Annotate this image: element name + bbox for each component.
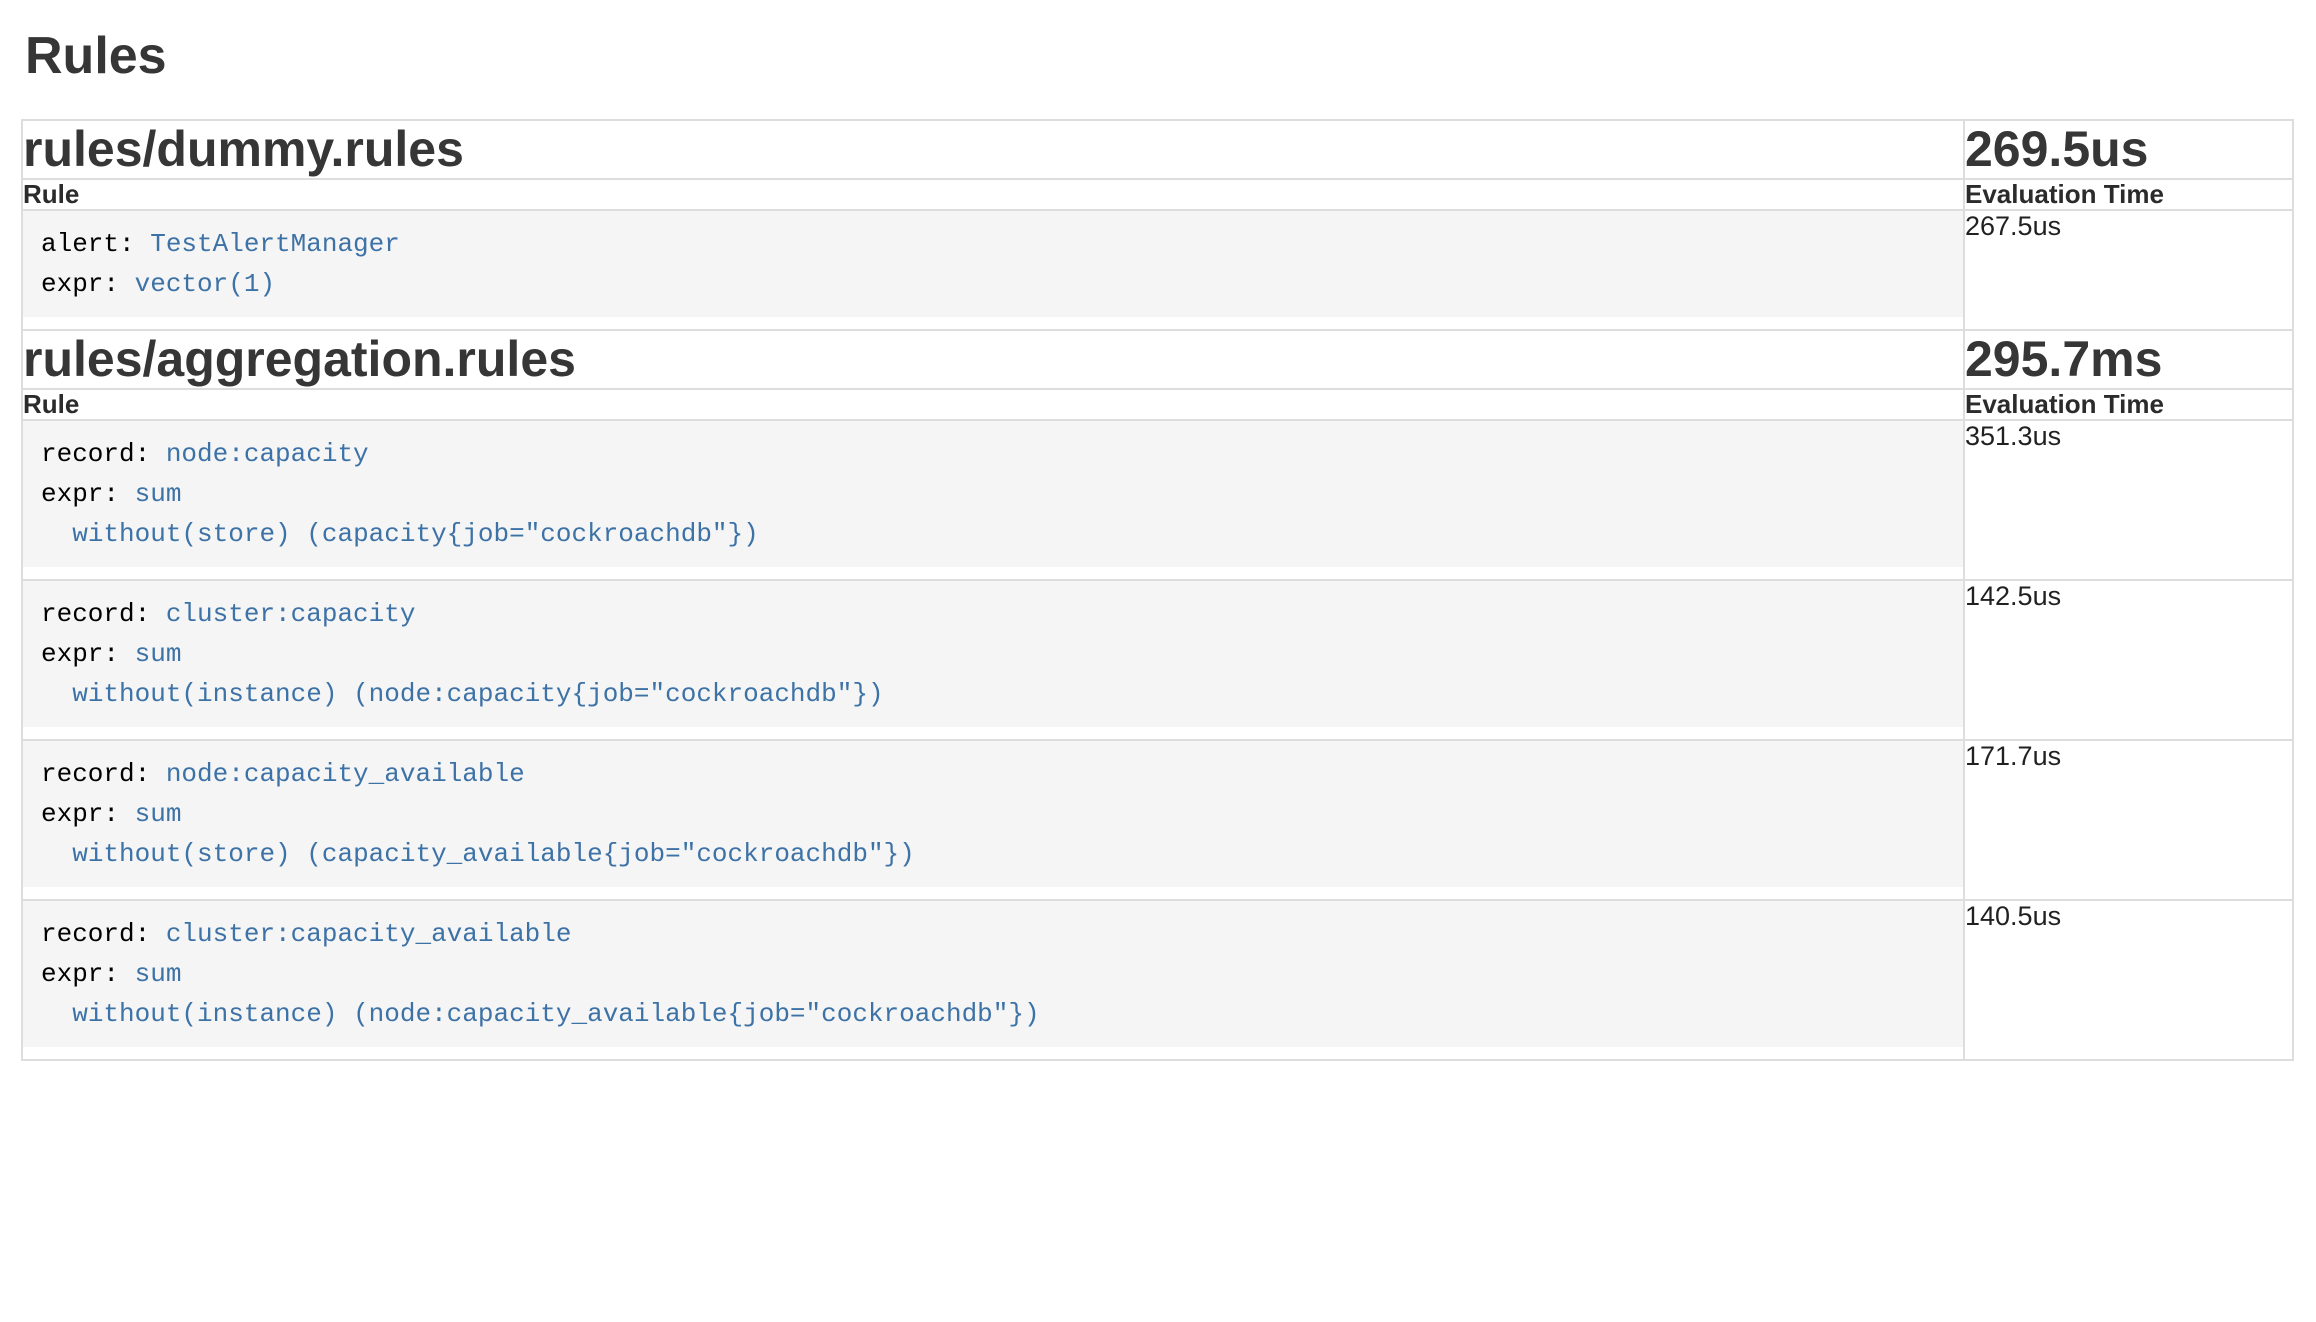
rule-eval-time: 171.7us: [1964, 740, 2293, 900]
rule-keyword: expr:: [41, 959, 135, 989]
eval-time-column-header: Evaluation Time: [1964, 179, 2293, 210]
rule-eval-time: 267.5us: [1964, 210, 2293, 330]
rule-row: alert: TestAlertManager expr: vector(1)2…: [22, 210, 2293, 330]
rule-definition-cell: record: node:capacity_available expr: su…: [22, 740, 1964, 900]
rule-expr-link[interactable]: sum: [135, 959, 182, 989]
rule-definition-cell: record: cluster:capacity expr: sum witho…: [22, 580, 1964, 740]
rule-group-file-cell: rules/dummy.rules: [22, 120, 1964, 179]
rules-page: Rules rules/dummy.rules269.5usRuleEvalua…: [0, 28, 2316, 1061]
rule-expr-link[interactable]: node:capacity_available: [166, 759, 525, 789]
rule-group-title-row: rules/aggregation.rules295.7ms: [22, 330, 2293, 389]
rule-column-header: Rule: [22, 179, 1964, 210]
rule-expr-link[interactable]: sum: [135, 479, 182, 509]
rule-row: record: node:capacity_available expr: su…: [22, 740, 2293, 900]
rule-group-eval-time: 295.7ms: [1965, 331, 2292, 388]
rule-expr-link[interactable]: cluster:capacity: [166, 599, 416, 629]
rule-keyword: record:: [41, 439, 166, 469]
rule-row: record: node:capacity expr: sum without(…: [22, 420, 2293, 580]
rule-column-header: Rule: [22, 389, 1964, 420]
rule-definition: record: node:capacity_available expr: su…: [23, 741, 1963, 887]
page-title: Rules: [25, 28, 2316, 85]
rule-columns-header-row: RuleEvaluation Time: [22, 179, 2293, 210]
rule-expr-link[interactable]: without(store) (capacity_available{job="…: [72, 839, 915, 869]
rule-keyword: record:: [41, 599, 166, 629]
rule-expr-link[interactable]: vector(1): [135, 269, 275, 299]
rule-group-file: rules/dummy.rules: [23, 121, 1963, 178]
rule-expr-link[interactable]: TestAlertManager: [150, 229, 400, 259]
rule-keyword: [41, 679, 72, 709]
rule-definition-cell: record: node:capacity expr: sum without(…: [22, 420, 1964, 580]
rule-keyword: expr:: [41, 479, 135, 509]
rule-keyword: expr:: [41, 799, 135, 829]
rule-row: record: cluster:capacity_available expr:…: [22, 900, 2293, 1060]
rule-eval-time: 351.3us: [1964, 420, 2293, 580]
rule-expr-link[interactable]: without(store) (capacity{job="cockroachd…: [72, 519, 759, 549]
rule-expr-link[interactable]: without(instance) (node:capacity_availab…: [72, 999, 1039, 1029]
rule-expr-link[interactable]: node:capacity: [166, 439, 369, 469]
rule-group-eval-time-cell: 269.5us: [1964, 120, 2293, 179]
rule-definition-cell: alert: TestAlertManager expr: vector(1): [22, 210, 1964, 330]
rule-keyword: [41, 839, 72, 869]
rules-table: rules/dummy.rules269.5usRuleEvaluation T…: [21, 119, 2294, 1061]
rule-group-eval-time: 269.5us: [1965, 121, 2292, 178]
rule-keyword: record:: [41, 919, 166, 949]
rules-table-body: rules/dummy.rules269.5usRuleEvaluation T…: [22, 120, 2293, 1060]
rule-keyword: alert:: [41, 229, 150, 259]
eval-time-column-header: Evaluation Time: [1964, 389, 2293, 420]
rule-definition: record: node:capacity expr: sum without(…: [23, 421, 1963, 567]
rule-expr-link[interactable]: sum: [135, 639, 182, 669]
rule-definition-cell: record: cluster:capacity_available expr:…: [22, 900, 1964, 1060]
rule-columns-header-row: RuleEvaluation Time: [22, 389, 2293, 420]
rule-expr-link[interactable]: without(instance) (node:capacity{job="co…: [72, 679, 883, 709]
rule-expr-link[interactable]: cluster:capacity_available: [166, 919, 572, 949]
rule-eval-time: 140.5us: [1964, 900, 2293, 1060]
rule-row: record: cluster:capacity expr: sum witho…: [22, 580, 2293, 740]
rule-eval-time: 142.5us: [1964, 580, 2293, 740]
rule-keyword: record:: [41, 759, 166, 789]
rule-group-file: rules/aggregation.rules: [23, 331, 1963, 388]
rule-expr-link[interactable]: sum: [135, 799, 182, 829]
rule-definition: record: cluster:capacity_available expr:…: [23, 901, 1963, 1047]
rule-group-title-row: rules/dummy.rules269.5us: [22, 120, 2293, 179]
rule-keyword: [41, 999, 72, 1029]
rule-definition: record: cluster:capacity expr: sum witho…: [23, 581, 1963, 727]
rule-group-eval-time-cell: 295.7ms: [1964, 330, 2293, 389]
rule-group-file-cell: rules/aggregation.rules: [22, 330, 1964, 389]
rule-keyword: [41, 519, 72, 549]
rule-keyword: expr:: [41, 639, 135, 669]
rule-definition: alert: TestAlertManager expr: vector(1): [23, 211, 1963, 317]
rule-keyword: expr:: [41, 269, 135, 299]
